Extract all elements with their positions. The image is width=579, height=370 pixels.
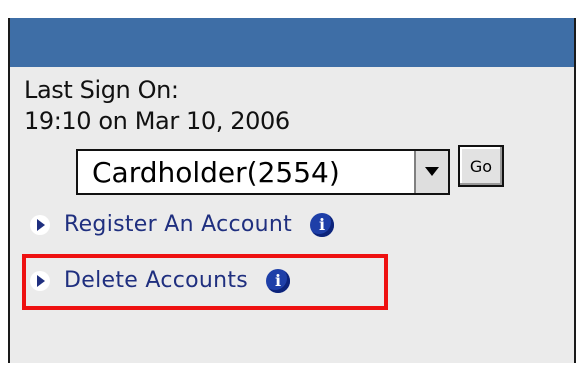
last-sign-on-time: 19:10 on Mar 10, 2006 bbox=[24, 107, 290, 135]
account-panel: Last Sign On: 19:10 on Mar 10, 2006 Card… bbox=[8, 18, 576, 363]
play-triangle-icon bbox=[30, 214, 50, 235]
last-sign-on-label: Last Sign On: bbox=[24, 76, 179, 104]
go-button[interactable]: Go bbox=[458, 145, 504, 187]
info-icon[interactable]: i bbox=[310, 212, 335, 237]
play-triangle-icon bbox=[30, 270, 50, 291]
delete-accounts-link[interactable]: Delete Accounts i bbox=[30, 268, 291, 293]
account-select-value: Cardholder(2554) bbox=[92, 156, 340, 189]
chevron-down-icon[interactable] bbox=[414, 151, 448, 193]
panel-header-bar bbox=[10, 18, 574, 67]
top-strip bbox=[0, 0, 579, 18]
info-icon[interactable]: i bbox=[266, 268, 291, 293]
register-account-link[interactable]: Register An Account i bbox=[30, 212, 335, 237]
register-account-label[interactable]: Register An Account bbox=[64, 212, 292, 237]
delete-accounts-label[interactable]: Delete Accounts bbox=[64, 268, 248, 293]
account-select[interactable]: Cardholder(2554) bbox=[76, 149, 450, 195]
